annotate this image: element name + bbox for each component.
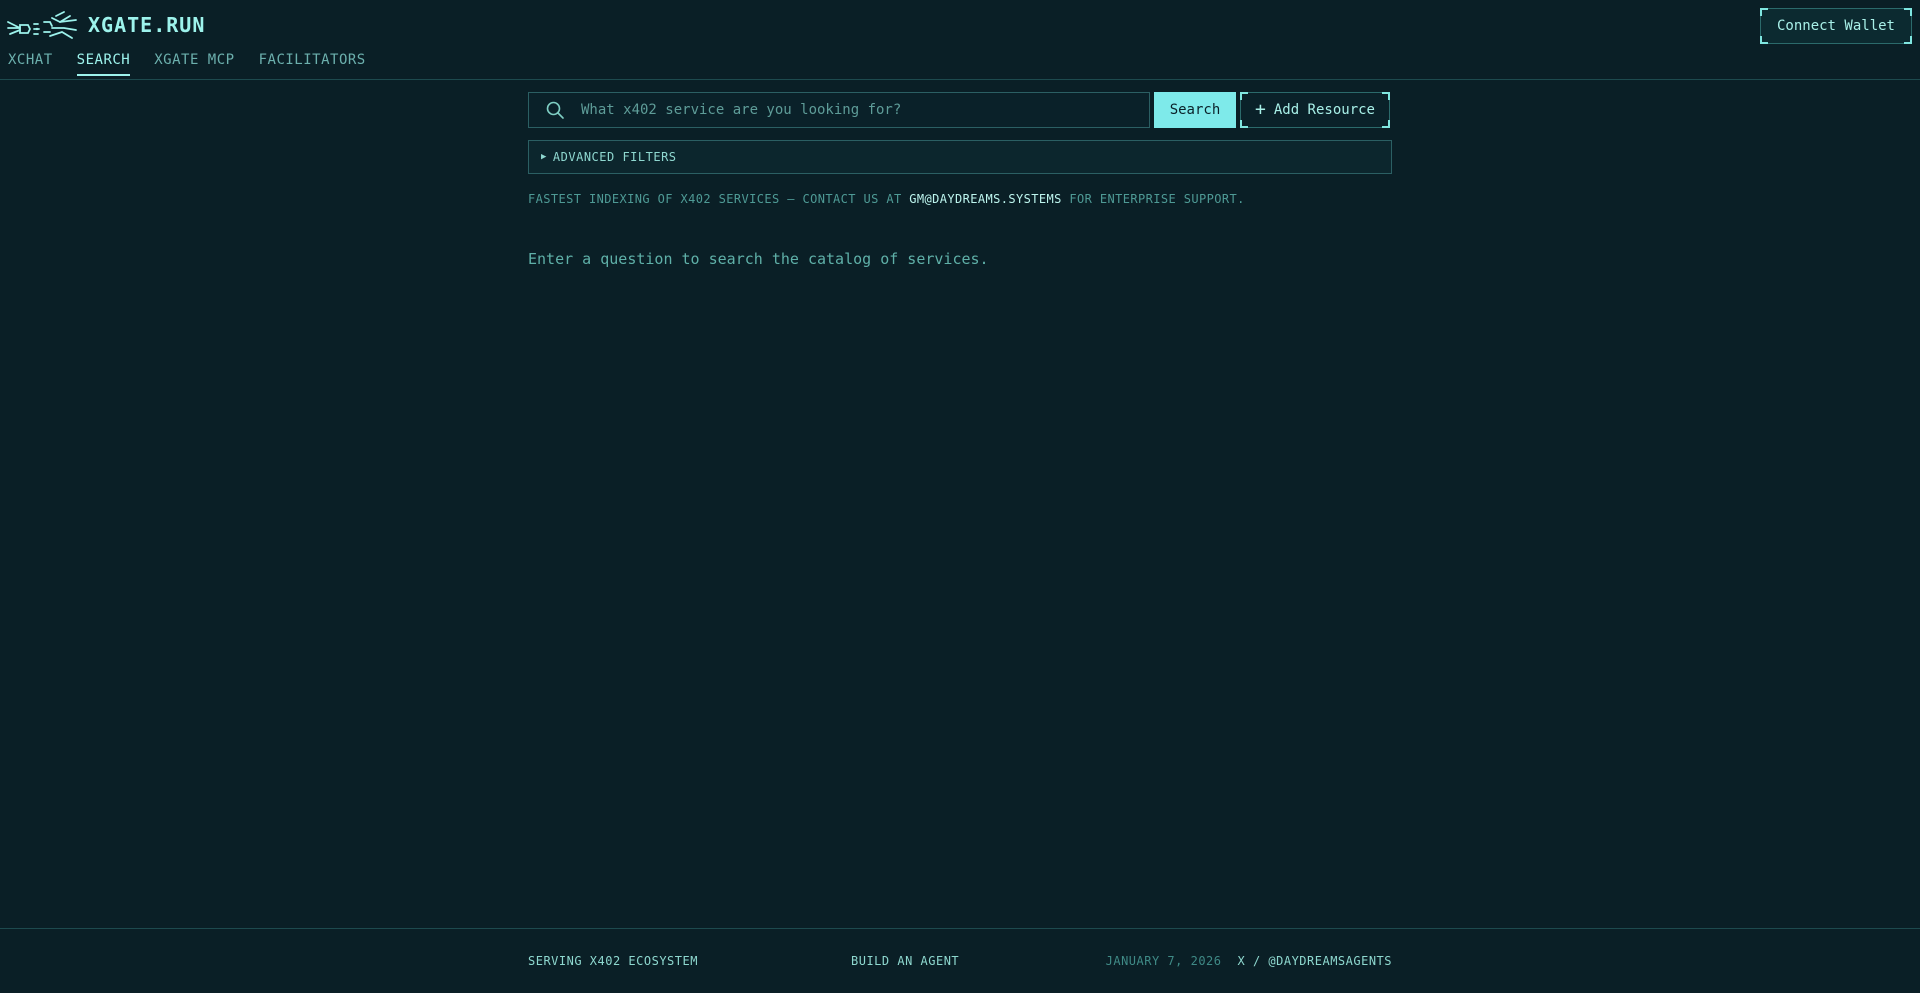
connect-wallet-button[interactable]: Connect Wallet (1760, 8, 1912, 44)
button-corner-decoration (1382, 92, 1390, 100)
search-icon (546, 101, 564, 119)
button-corner-decoration (1760, 36, 1768, 44)
button-corner-decoration (1240, 92, 1248, 100)
main-nav: XCHAT SEARCH XGATE MCP FACILITATORS (8, 52, 366, 76)
connect-wallet-label: Connect Wallet (1776, 18, 1895, 34)
footer-right: JANUARY 7, 2026 X / @DAYDREAMSAGENTS (1106, 954, 1392, 968)
notice-prefix: FASTEST INDEXING OF X402 SERVICES — CONT… (528, 192, 910, 206)
empty-state-message: Enter a question to search the catalog o… (528, 250, 989, 268)
advanced-filters-label: ADVANCED FILTERS (552, 150, 677, 164)
search-row: Search + Add Resource (528, 92, 1392, 128)
search-box[interactable] (528, 92, 1150, 128)
app-title: XGATE.RUN (88, 13, 206, 37)
enterprise-notice: FASTEST INDEXING OF X402 SERVICES — CONT… (528, 192, 1392, 206)
button-corner-decoration (1904, 8, 1912, 16)
plus-icon: + (1255, 99, 1266, 120)
nav-item-xchat[interactable]: XCHAT (8, 52, 53, 76)
footer-date: JANUARY 7, 2026 (1105, 954, 1222, 968)
advanced-filters-toggle[interactable]: ▶ ADVANCED FILTERS (528, 140, 1392, 174)
main-content: Search + Add Resource ▶ ADVANCED FILTERS… (528, 92, 1392, 268)
button-corner-decoration (1904, 36, 1912, 44)
caret-right-icon: ▶ (541, 152, 547, 162)
add-resource-label: Add Resource (1273, 102, 1375, 118)
social-link[interactable]: X / @DAYDREAMSAGENTS (1238, 954, 1393, 968)
footer: SERVING X402 ECOSYSTEM BUILD AN AGENT JA… (0, 928, 1920, 993)
header: XGATE.RUN XCHAT SEARCH XGATE MCP FACILIT… (0, 0, 1920, 80)
nav-item-search[interactable]: SEARCH (76, 52, 131, 76)
brand[interactable]: XGATE.RUN (6, 8, 205, 42)
add-resource-button[interactable]: + Add Resource (1240, 92, 1390, 128)
footer-tagline: SERVING X402 ECOSYSTEM (528, 954, 698, 968)
button-corner-decoration (1760, 8, 1768, 16)
search-input[interactable] (579, 101, 1149, 119)
xgate-logo-icon (7, 11, 77, 39)
contact-email-link[interactable]: GM@DAYDREAMS.SYSTEMS (909, 192, 1062, 206)
button-corner-decoration (1382, 120, 1390, 128)
nav-item-xgate-mcp[interactable]: XGATE MCP (154, 52, 234, 76)
search-button[interactable]: Search (1154, 92, 1236, 128)
notice-suffix: FOR ENTERPRISE SUPPORT. (1061, 192, 1245, 206)
nav-item-facilitators[interactable]: FACILITATORS (259, 52, 366, 76)
build-agent-link[interactable]: BUILD AN AGENT (851, 954, 959, 968)
button-corner-decoration (1240, 120, 1248, 128)
